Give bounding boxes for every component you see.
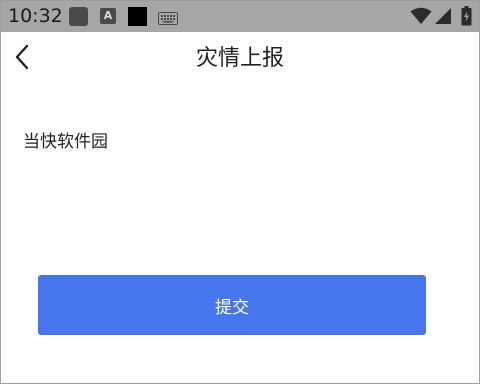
battery-icon [461,6,472,30]
keyboard-icon [158,10,178,29]
gallery-icon [69,7,88,26]
report-location-text: 当快软件园 [23,132,108,152]
black-square-icon [128,7,147,26]
page-title: 灾情上报 [195,46,284,71]
back-button[interactable] [6,43,38,75]
a-badge-icon: A [100,8,116,24]
submit-button[interactable]: 提交 [38,275,426,335]
signal-icon [434,7,452,29]
status-bar: 10:32 A [0,0,480,32]
status-time: 10:32 [8,5,63,27]
wifi-icon [410,7,432,29]
chevron-left-icon [14,44,30,74]
